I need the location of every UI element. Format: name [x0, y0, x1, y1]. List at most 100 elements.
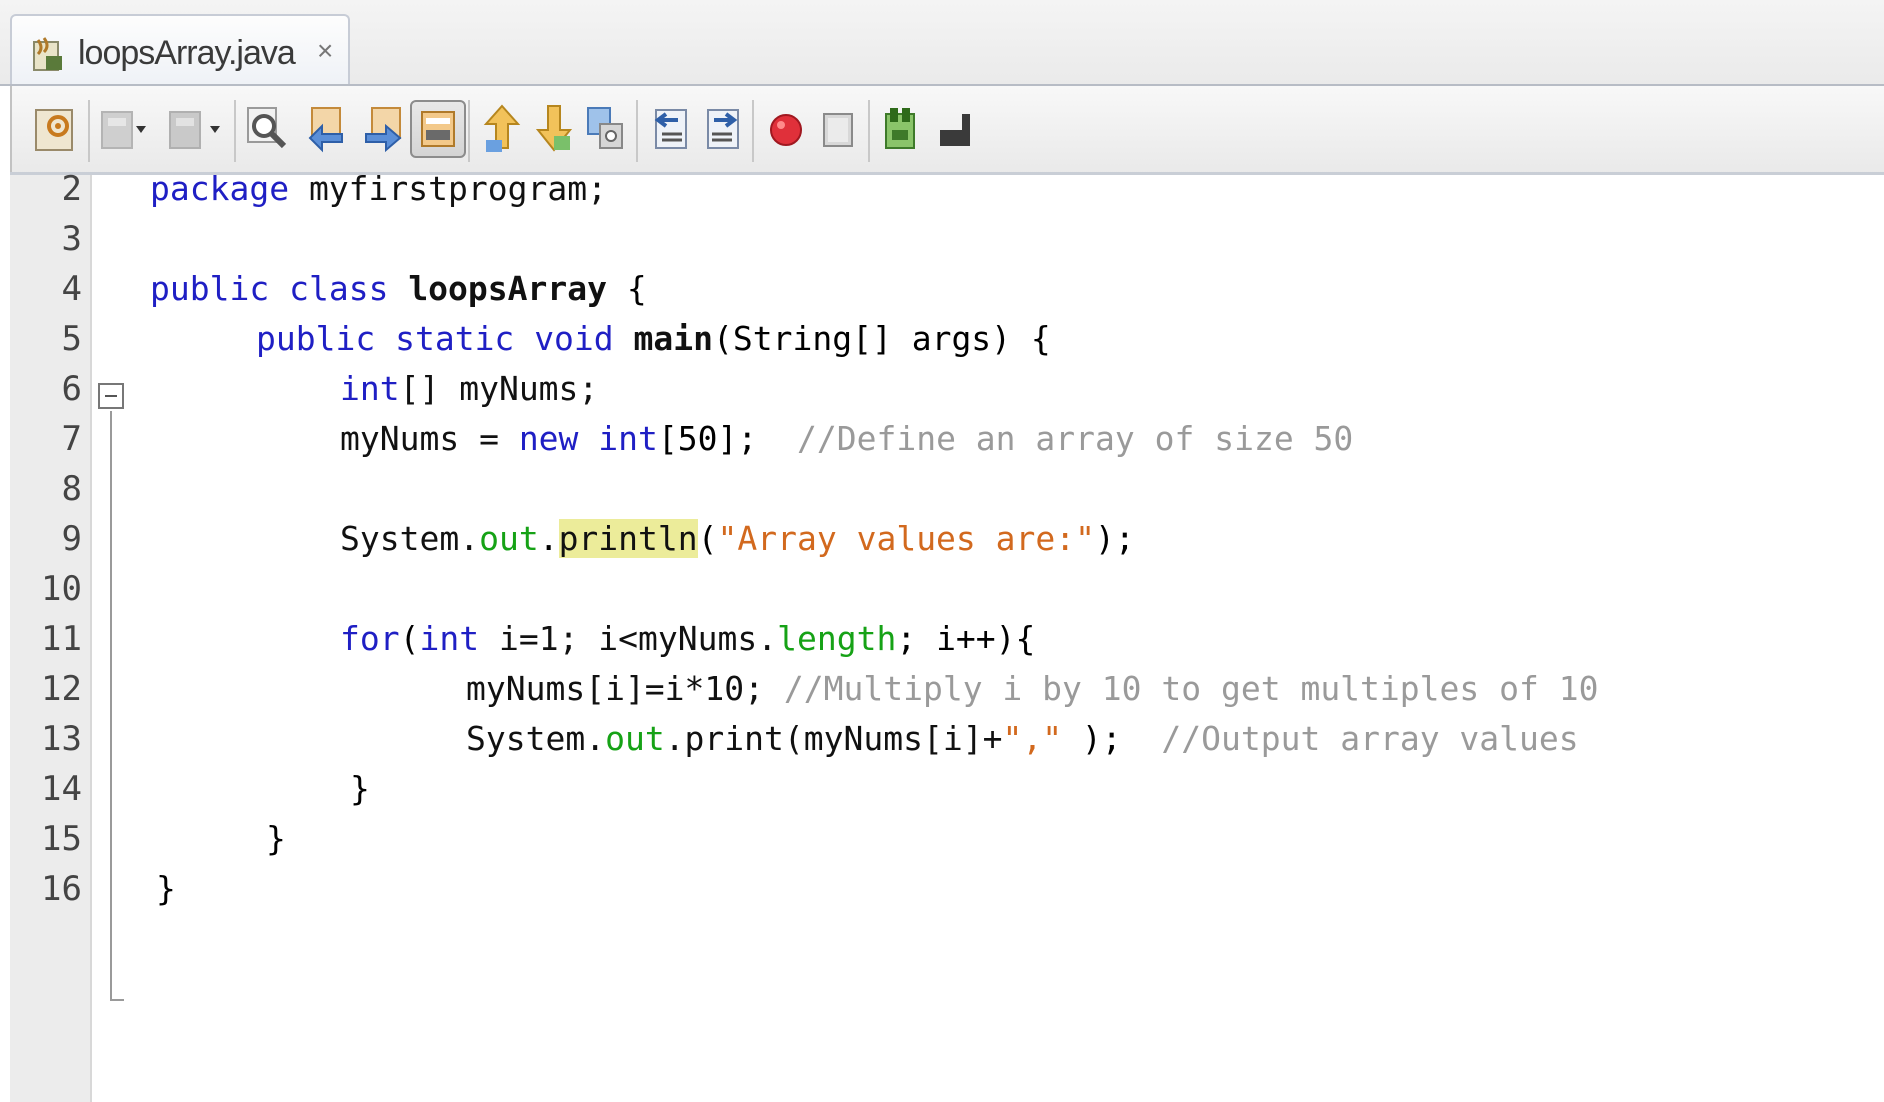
toolbar-separator: [752, 100, 754, 162]
punctuation: (: [399, 619, 420, 658]
punctuation: (: [697, 519, 718, 558]
line-number: 13: [41, 719, 82, 759]
line-number: 12: [41, 669, 82, 709]
highlighted-method: println: [558, 519, 698, 558]
find-previous-icon[interactable]: [302, 100, 358, 158]
back-dropdown-icon[interactable]: [134, 122, 148, 136]
field-ref: length: [777, 619, 897, 658]
line-number: 8: [61, 469, 82, 509]
punctuation: );: [1095, 519, 1135, 558]
code-line-12: myNums[i]=i*10; //Multiply i by 10 to ge…: [466, 669, 1598, 708]
editor-toolbar: [10, 86, 1884, 174]
code-editor[interactable]: 2 3 4 5 6 7 8 9 10 11 12 13 14 15 16 pac…: [10, 169, 1884, 1102]
toolbar-separator: [636, 100, 638, 162]
next-bookmark-icon[interactable]: [526, 100, 582, 158]
punctuation: .: [538, 519, 559, 558]
editor-tab-bar: loopsArray.java ×: [0, 0, 1884, 88]
closing-brace: }: [156, 869, 176, 908]
find-next-icon[interactable]: [356, 100, 412, 158]
line-number: 16: [41, 869, 82, 909]
fold-toggle-icon[interactable]: [98, 383, 124, 409]
keyword: package: [150, 169, 290, 208]
code-line-16: }: [156, 869, 176, 908]
string-literal: ",": [1002, 719, 1063, 758]
line-number: 14: [41, 769, 82, 809]
toolbar-separator: [868, 100, 870, 162]
line-number: 15: [41, 819, 82, 859]
find-icon[interactable]: [240, 100, 296, 158]
toolbar-separator: [468, 100, 470, 162]
keyword: int: [598, 419, 658, 458]
line-number: 6: [61, 369, 82, 409]
uncomment-icon[interactable]: [928, 100, 984, 158]
start-macro-icon[interactable]: [758, 100, 814, 158]
code-comment: //Multiply i by 10 to get multiples of 1…: [783, 669, 1599, 708]
assignment: myNums =: [340, 419, 519, 458]
code-line-13: System.out.print(myNums[i]+"," ); //Outp…: [466, 719, 1579, 758]
code-comment: //Output array values: [1161, 719, 1579, 758]
shift-right-icon[interactable]: [696, 100, 752, 158]
punctuation: {: [607, 269, 647, 308]
fold-guide-end: [110, 999, 124, 1001]
closing-brace: }: [266, 819, 286, 858]
method-signature: (String[] args) {: [713, 319, 1051, 358]
fold-guide-line: [110, 411, 112, 1001]
java-file-icon: [28, 34, 68, 79]
method-call: .print(myNums[i]+: [664, 719, 1003, 758]
array-size: [50];: [657, 419, 758, 458]
line-number: 3: [61, 219, 82, 259]
line-number: 10: [41, 569, 82, 609]
file-tab[interactable]: loopsArray.java ×: [10, 14, 350, 88]
stop-macro-icon[interactable]: [810, 100, 866, 158]
line-number: 4: [61, 269, 82, 309]
keyword: void: [534, 319, 614, 358]
line-number: 5: [61, 319, 82, 359]
loop-increment: ; i++){: [896, 619, 1036, 658]
statement: myNums[i]=i*10;: [466, 669, 765, 708]
keyword: int: [340, 369, 400, 408]
last-edit-icon[interactable]: [28, 100, 84, 158]
shift-left-icon[interactable]: [642, 100, 698, 158]
tab-filename: loopsArray.java: [78, 34, 296, 72]
forward-dropdown-icon[interactable]: [208, 122, 222, 136]
keyword: static: [395, 319, 515, 358]
comment-icon[interactable]: [874, 100, 930, 158]
line-number: 9: [61, 519, 82, 559]
class-ref: System.: [466, 719, 606, 758]
code-line-11: for(int i=1; i<myNums.length; i++){: [340, 619, 1035, 658]
field-ref: out: [479, 519, 539, 558]
keyword: int: [419, 619, 480, 658]
keyword: class: [289, 269, 389, 308]
code-line-5: public static void main(String[] args) {: [256, 319, 1051, 358]
keyword: new: [518, 419, 579, 458]
declaration: [] myNums;: [399, 369, 599, 408]
toggle-highlight-icon[interactable]: [410, 100, 466, 158]
line-number-gutter: 2 3 4 5 6 7 8 9 10 11 12 13 14 15 16: [10, 169, 92, 1102]
class-name: loopsArray: [408, 269, 607, 308]
keyword: public: [256, 319, 376, 358]
punctuation: );: [1062, 719, 1122, 758]
code-line-15: }: [266, 819, 286, 858]
toolbar-separator: [88, 100, 90, 162]
code-line-7: myNums = new int[50]; //Define an array …: [340, 419, 1353, 458]
line-number: 2: [61, 169, 82, 209]
code-line-6: int[] myNums;: [340, 369, 598, 408]
code-line-14: }: [350, 769, 370, 808]
previous-bookmark-icon[interactable]: [474, 100, 530, 158]
field-ref: out: [605, 719, 665, 758]
package-name: myfirstprogram;: [289, 169, 607, 208]
code-comment: //Define an array of size 50: [797, 419, 1354, 458]
toolbar-separator: [234, 100, 236, 162]
toggle-bookmark-icon[interactable]: [578, 100, 634, 158]
class-ref: System.: [340, 519, 480, 558]
line-number: 7: [61, 419, 82, 459]
code-line-9: System.out.println("Array values are:");: [340, 519, 1135, 558]
loop-condition: i=1; i<myNums.: [479, 619, 778, 658]
line-number: 11: [41, 619, 82, 659]
keyword: public: [150, 269, 270, 308]
string-literal: "Array values are:": [717, 519, 1096, 558]
code-line-2: package myfirstprogram;: [150, 169, 607, 208]
closing-brace: }: [350, 769, 370, 808]
close-tab-icon[interactable]: ×: [317, 35, 333, 67]
keyword: for: [340, 619, 400, 658]
